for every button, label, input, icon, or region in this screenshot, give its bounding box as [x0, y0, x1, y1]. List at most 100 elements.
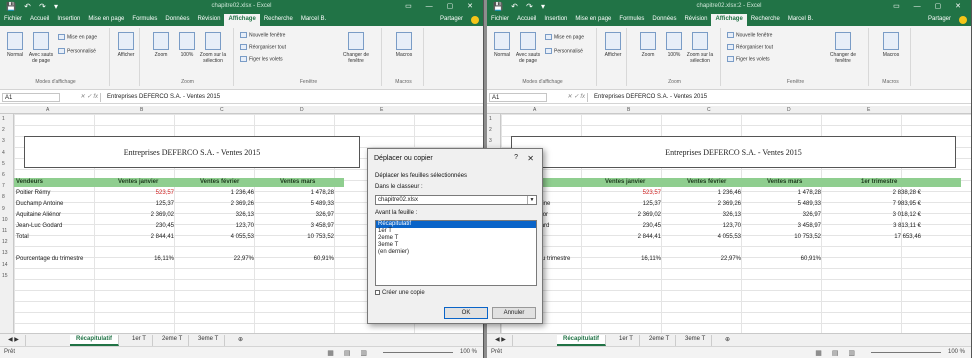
tab-donn-es[interactable]: Données: [648, 14, 680, 26]
page-layout-button[interactable]: Mise en page: [545, 34, 584, 40]
page-break-view-button[interactable]: Avec sauts de page: [28, 32, 54, 64]
value-cell[interactable]: 2 844,41: [601, 234, 661, 240]
arrange-all-button[interactable]: Réorganiser tout: [240, 44, 286, 50]
zoom-level[interactable]: 100 %: [948, 349, 965, 355]
tab-fichier[interactable]: Fichier: [487, 14, 513, 26]
row-header[interactable]: 11: [2, 228, 7, 234]
percentage-cell[interactable]: 22,97%: [681, 256, 741, 262]
checkbox-box[interactable]: [375, 290, 380, 295]
percentage-cell[interactable]: 22,97%: [194, 256, 254, 262]
column-header[interactable]: D: [787, 107, 791, 113]
cancel-button[interactable]: Annuler: [492, 307, 536, 319]
column-header[interactable]: B: [140, 107, 143, 113]
column-header[interactable]: C: [220, 107, 224, 113]
row-header[interactable]: 3: [2, 138, 5, 144]
show-button[interactable]: Afficher: [114, 32, 138, 58]
value-cell[interactable]: 2 369,02: [114, 212, 174, 218]
switch-windows-button[interactable]: Changer de fenêtre: [336, 32, 376, 64]
before-sheet-list[interactable]: Récapitulatif 1er T 2eme T 3eme T (en dernie…: [375, 220, 537, 286]
value-cell[interactable]: 10 753,52: [761, 234, 821, 240]
row-header[interactable]: 5: [2, 161, 5, 167]
row-header[interactable]: 14: [2, 262, 8, 268]
sheet-list-item[interactable]: Récapitulatif: [376, 221, 536, 228]
tab-r-vision[interactable]: Révision: [680, 14, 711, 26]
formula-input[interactable]: Entreprises DEFERCO S.A. - Ventes 2015: [587, 93, 969, 102]
value-cell[interactable]: 2 369,26: [194, 201, 254, 207]
window-controls[interactable]: ▭ — ▢ ✕: [893, 2, 967, 10]
macros-button[interactable]: Macros: [875, 32, 907, 58]
share-button[interactable]: Partager: [924, 14, 955, 26]
value-cell[interactable]: 1 478,28: [761, 190, 821, 196]
value-cell[interactable]: 1 236,46: [194, 190, 254, 196]
value-cell[interactable]: 1 478,28: [274, 190, 334, 196]
value-cell[interactable]: 326,13: [681, 212, 741, 218]
value-cell[interactable]: 326,13: [194, 212, 254, 218]
page-break-view-button[interactable]: Avec sauts de page: [515, 32, 541, 64]
normal-view-button[interactable]: Normal: [491, 32, 513, 58]
fx-icon[interactable]: ✕ ✓ fx: [567, 93, 585, 100]
sheet-title-cell[interactable]: Entreprises DEFERCO S.A. - Ventes 2015: [24, 136, 360, 168]
value-cell[interactable]: 7 983,95 €: [861, 201, 921, 207]
row-header[interactable]: 9: [2, 206, 5, 212]
value-cell[interactable]: 3 458,97: [761, 223, 821, 229]
sheet-nav-arrows[interactable]: ◀ ▶: [489, 335, 513, 346]
sheet-tab[interactable]: 3eme T: [679, 335, 713, 346]
value-cell[interactable]: 123,70: [194, 223, 254, 229]
value-cell[interactable]: 2 369,26: [681, 201, 741, 207]
percentage-cell[interactable]: 16,11%: [114, 256, 174, 262]
show-button[interactable]: Afficher: [601, 32, 625, 58]
arrange-all-button[interactable]: Réorganiser tout: [727, 44, 773, 50]
tab-recherche[interactable]: Recherche: [747, 14, 784, 26]
tab-insertion[interactable]: Insertion: [540, 14, 571, 26]
sheet-list-item[interactable]: 3eme T: [376, 242, 536, 249]
vendor-cell[interactable]: Jean-Luc Godard: [16, 223, 62, 229]
row-header[interactable]: 7: [2, 183, 5, 189]
page-layout-button[interactable]: Mise en page: [58, 34, 97, 40]
chevron-down-icon[interactable]: ▼: [527, 196, 536, 204]
sheet-nav-arrows[interactable]: ◀ ▶: [2, 335, 26, 346]
add-sheet-icon[interactable]: ⊕: [719, 335, 736, 346]
help-icon[interactable]: ?: [514, 154, 518, 161]
vendor-cell[interactable]: Aquitaine Aliénor: [16, 212, 61, 218]
custom-views-button[interactable]: Personnalisé: [545, 48, 583, 54]
tab-marcel-b-[interactable]: Marcel B.: [784, 14, 817, 26]
value-cell[interactable]: 1 236,46: [681, 190, 741, 196]
sheet-list-item[interactable]: 1er T: [376, 228, 536, 235]
tab-accueil[interactable]: Accueil: [26, 14, 53, 26]
row-header[interactable]: 3: [489, 138, 492, 144]
tab-affichage[interactable]: Affichage: [711, 14, 747, 26]
macros-button[interactable]: Macros: [388, 32, 420, 58]
row-header[interactable]: 15: [2, 273, 8, 279]
value-cell[interactable]: 2 838,28 €: [861, 190, 921, 196]
column-header[interactable]: B: [627, 107, 630, 113]
percentage-label-cell[interactable]: Pourcentage du trimestre: [16, 256, 83, 262]
sheet-tab[interactable]: 1er T: [613, 335, 640, 346]
workbook-select[interactable]: chapitre02.xlsx ▼: [375, 195, 537, 205]
window-controls[interactable]: ▭ — ▢ ✕: [405, 2, 479, 10]
close-icon[interactable]: ✕: [527, 154, 534, 163]
value-cell[interactable]: 2 369,02: [601, 212, 661, 218]
value-cell[interactable]: 326,97: [274, 212, 334, 218]
custom-views-button[interactable]: Personnalisé: [58, 48, 96, 54]
value-cell[interactable]: 17 653,46: [861, 234, 921, 240]
sheet-title-cell[interactable]: Entreprises DEFERCO S.A. - Ventes 2015: [511, 136, 956, 168]
fx-icon[interactable]: ✕ ✓ fx: [80, 93, 98, 100]
value-cell[interactable]: 125,37: [114, 201, 174, 207]
view-buttons[interactable]: ▦ ▤ ▥: [815, 349, 859, 357]
value-cell[interactable]: 523,57: [114, 190, 174, 196]
value-cell[interactable]: 3 018,12 €: [861, 212, 921, 218]
percentage-cell[interactable]: 16,11%: [601, 256, 661, 262]
value-cell[interactable]: 10 753,52: [274, 234, 334, 240]
tab-formules[interactable]: Formules: [615, 14, 648, 26]
value-cell[interactable]: 4 055,53: [194, 234, 254, 240]
row-header[interactable]: 8: [2, 194, 5, 200]
value-cell[interactable]: 326,97: [761, 212, 821, 218]
column-header[interactable]: A: [533, 107, 536, 113]
normal-view-button[interactable]: Normal: [4, 32, 26, 58]
value-cell[interactable]: 2 844,41: [114, 234, 174, 240]
value-cell[interactable]: 5 489,33: [761, 201, 821, 207]
value-cell[interactable]: 123,70: [681, 223, 741, 229]
sheet-tab[interactable]: 1er T: [126, 335, 153, 346]
tab-insertion[interactable]: Insertion: [53, 14, 84, 26]
sheet-tab[interactable]: 2eme T: [156, 335, 190, 346]
